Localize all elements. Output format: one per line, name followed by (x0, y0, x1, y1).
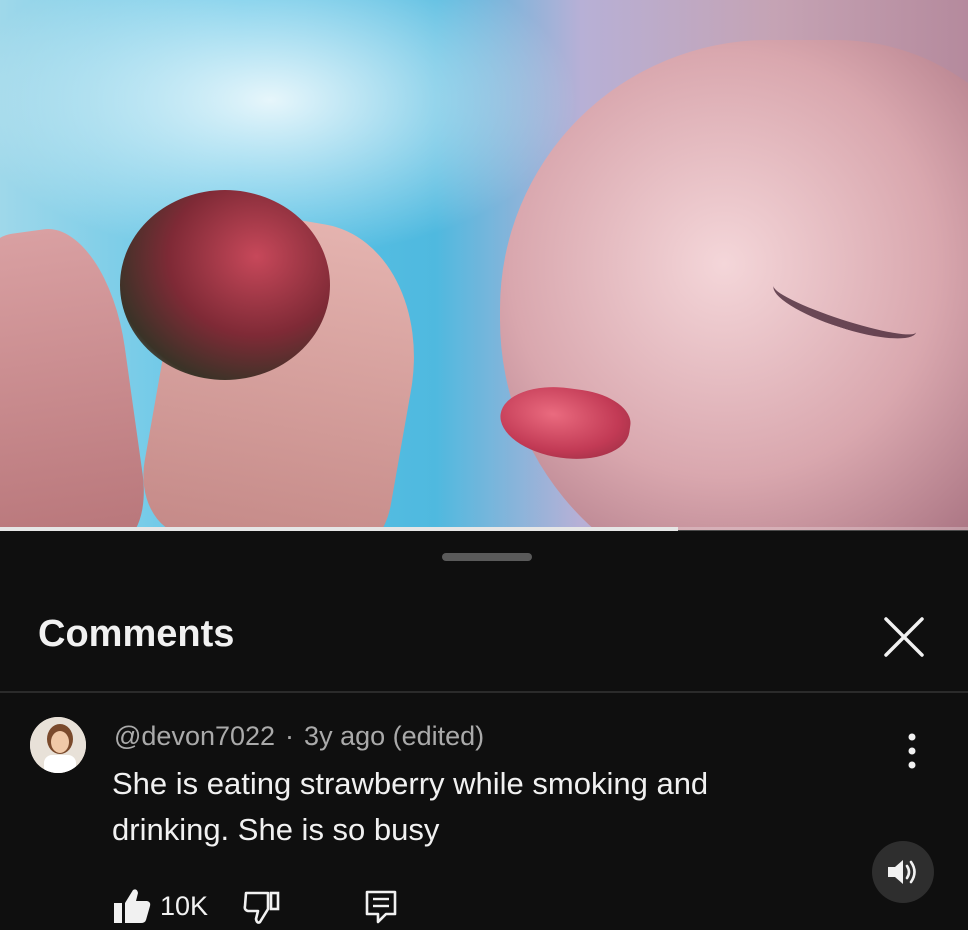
close-icon[interactable] (880, 613, 928, 661)
avatar[interactable] (30, 717, 86, 773)
video-strawberry (120, 190, 330, 380)
volume-icon[interactable] (872, 841, 934, 903)
comments-divider (0, 691, 968, 693)
meta-separator: · (285, 721, 295, 751)
video-player[interactable] (0, 0, 968, 530)
more-vert-icon[interactable] (900, 729, 924, 773)
reply-icon[interactable] (364, 889, 398, 925)
comment-text: She is eating strawberry while smoking a… (112, 766, 709, 847)
comment-time: 3y ago (edited) (304, 721, 485, 751)
comment-author[interactable]: @devon7022 (114, 721, 275, 751)
comment-meta: @devon7022 · 3y ago (edited) (114, 721, 484, 752)
comments-title: Comments (38, 613, 235, 655)
thumbs-up-icon[interactable] (112, 887, 152, 925)
thumbs-down-icon[interactable] (242, 889, 282, 925)
like-count: 10K (160, 891, 209, 921)
sheet-drag-handle[interactable] (442, 553, 532, 561)
comments-sheet: Comments @devon7022 · 3y ago (edited) She … (0, 531, 968, 929)
